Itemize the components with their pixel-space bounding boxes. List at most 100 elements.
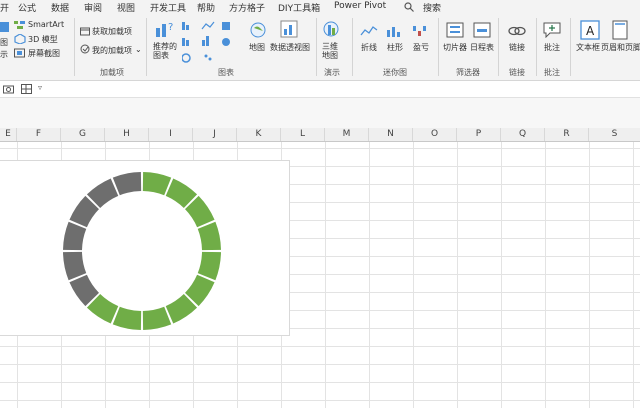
tab-view[interactable]: 视图 xyxy=(117,1,135,14)
doughnut-segment[interactable] xyxy=(112,306,142,330)
icons-icon[interactable] xyxy=(0,20,10,34)
pivotchart-button[interactable]: 数据透视图 xyxy=(270,42,310,53)
my-addins-icon xyxy=(80,44,90,54)
screenshot-button[interactable]: 屏幕截图 xyxy=(28,48,60,59)
column-header[interactable]: F xyxy=(17,128,61,141)
tab-help[interactable]: 帮助 xyxy=(197,1,215,14)
screenshot-icon xyxy=(14,48,25,58)
3d-model-button[interactable]: 3D 模型 xyxy=(28,34,58,45)
comment-icon xyxy=(543,22,561,38)
chart-type-icons[interactable] xyxy=(182,20,252,64)
slicer-button[interactable]: 切片器 xyxy=(443,42,467,53)
timeline-button[interactable]: 日程表 xyxy=(470,42,494,53)
quick-access-bar: ▿ xyxy=(0,81,640,98)
column-header[interactable]: L xyxy=(281,128,325,141)
charts-group-label: 图表 xyxy=(218,68,234,77)
doughnut-chart[interactable] xyxy=(0,161,290,337)
column-header[interactable]: K xyxy=(237,128,281,141)
comment-button[interactable]: 批注 xyxy=(544,42,560,53)
search-icon[interactable] xyxy=(404,2,414,12)
doughnut-segment[interactable] xyxy=(197,221,221,251)
3d-model-icon xyxy=(14,34,26,44)
3d-map-button[interactable]: 三维地图 xyxy=(322,42,344,60)
pivotchart-icon xyxy=(280,20,298,38)
icons-label-top: 图 xyxy=(0,38,8,47)
ribbon-tab-bar: 开 公式 数据 审阅 视图 开发工具 帮助 方方格子 DIY工具箱 Power … xyxy=(0,0,640,14)
map-chart-icon xyxy=(250,22,266,38)
column-sparkline-icon xyxy=(387,27,400,37)
timeline-icon xyxy=(473,22,491,38)
tab-insert-partial[interactable]: 开 xyxy=(0,1,9,14)
filters-group-label: 筛选器 xyxy=(456,68,480,77)
sheet-top-gap xyxy=(0,98,640,128)
search-box[interactable]: 搜索 xyxy=(423,1,441,14)
addins-group-label: 加载项 xyxy=(100,68,124,77)
line-sparkline-icon xyxy=(360,26,378,36)
recommended-charts-button[interactable]: 推荐的图表 xyxy=(153,42,179,60)
map-chart-button[interactable]: 地图 xyxy=(249,42,265,53)
column-header[interactable]: O xyxy=(413,128,457,141)
doughnut-segment[interactable] xyxy=(63,251,87,281)
textbox-button[interactable]: 文本框 xyxy=(576,42,600,53)
form-icon[interactable] xyxy=(21,84,32,94)
column-sparkline-button[interactable]: 柱形 xyxy=(387,42,403,53)
ribbon-separator xyxy=(146,18,147,76)
column-header[interactable]: S xyxy=(589,128,640,141)
column-header[interactable]: H xyxy=(105,128,149,141)
tab-data[interactable]: 数据 xyxy=(51,1,69,14)
winloss-sparkline-button[interactable]: 盈亏 xyxy=(413,42,429,53)
ribbon-separator xyxy=(438,18,439,76)
comments-group-label: 批注 xyxy=(544,68,560,77)
tab-developer[interactable]: 开发工具 xyxy=(150,1,186,14)
column-header[interactable]: P xyxy=(457,128,501,141)
line-sparkline-button[interactable]: 折线 xyxy=(361,42,377,53)
sparklines-group-label: 迷你图 xyxy=(383,68,407,77)
ribbon-separator xyxy=(536,18,537,76)
header-footer-icon xyxy=(612,20,628,40)
doughnut-segment[interactable] xyxy=(197,251,221,281)
ribbon-separator xyxy=(570,18,571,76)
column-header[interactable]: N xyxy=(369,128,413,141)
tours-group-label: 演示 xyxy=(324,68,340,77)
3d-map-icon xyxy=(323,21,339,37)
chart-area[interactable] xyxy=(0,160,290,336)
store-icon xyxy=(80,27,90,36)
link-icon xyxy=(508,26,526,36)
camera-icon[interactable] xyxy=(3,84,14,94)
ribbon-separator xyxy=(74,18,75,76)
column-header[interactable]: M xyxy=(325,128,369,141)
column-header[interactable]: J xyxy=(193,128,237,141)
chevron-down-icon[interactable]: ⌄ xyxy=(135,45,142,54)
tab-diy-toolbox[interactable]: DIY工具箱 xyxy=(278,1,320,14)
column-header[interactable]: I xyxy=(149,128,193,141)
column-header[interactable]: R xyxy=(545,128,589,141)
doughnut-segment[interactable] xyxy=(142,306,172,330)
ribbon: 图 示 SmartArt 3D 模型 屏幕截图 获取加载项 我的加载项 ⌄ 加载… xyxy=(0,14,640,81)
slicer-icon xyxy=(446,22,464,38)
column-header[interactable]: G xyxy=(61,128,105,141)
get-addins-button[interactable]: 获取加载项 xyxy=(92,26,132,37)
column-header-row: E F G H I J K L M N O P Q R S xyxy=(0,128,640,142)
link-button[interactable]: 链接 xyxy=(509,42,525,53)
header-footer-button[interactable]: 页眉和页脚 xyxy=(601,42,640,53)
svg-text:?: ? xyxy=(168,22,173,33)
customize-quick-access-icon[interactable]: ▿ xyxy=(38,83,42,92)
tab-formulas[interactable]: 公式 xyxy=(18,1,36,14)
column-header[interactable]: Q xyxy=(501,128,545,141)
doughnut-segment[interactable] xyxy=(112,172,142,196)
smartart-button[interactable]: SmartArt xyxy=(28,20,64,29)
recommended-charts-icon: ? xyxy=(156,22,173,37)
tab-power-pivot[interactable]: Power Pivot xyxy=(334,1,386,11)
svg-text:A: A xyxy=(586,24,595,38)
tab-fangfang[interactable]: 方方格子 xyxy=(229,1,265,14)
winloss-sparkline-icon xyxy=(413,26,426,36)
doughnut-segment[interactable] xyxy=(63,221,87,251)
column-header[interactable]: E xyxy=(0,128,17,141)
smartart-icon xyxy=(14,21,25,29)
my-addins-button[interactable]: 我的加载项 xyxy=(92,45,132,56)
ribbon-separator xyxy=(498,18,499,76)
doughnut-segment[interactable] xyxy=(142,172,172,196)
ribbon-separator xyxy=(316,18,317,76)
tab-review[interactable]: 审阅 xyxy=(84,1,102,14)
textbox-icon: A xyxy=(580,20,600,40)
